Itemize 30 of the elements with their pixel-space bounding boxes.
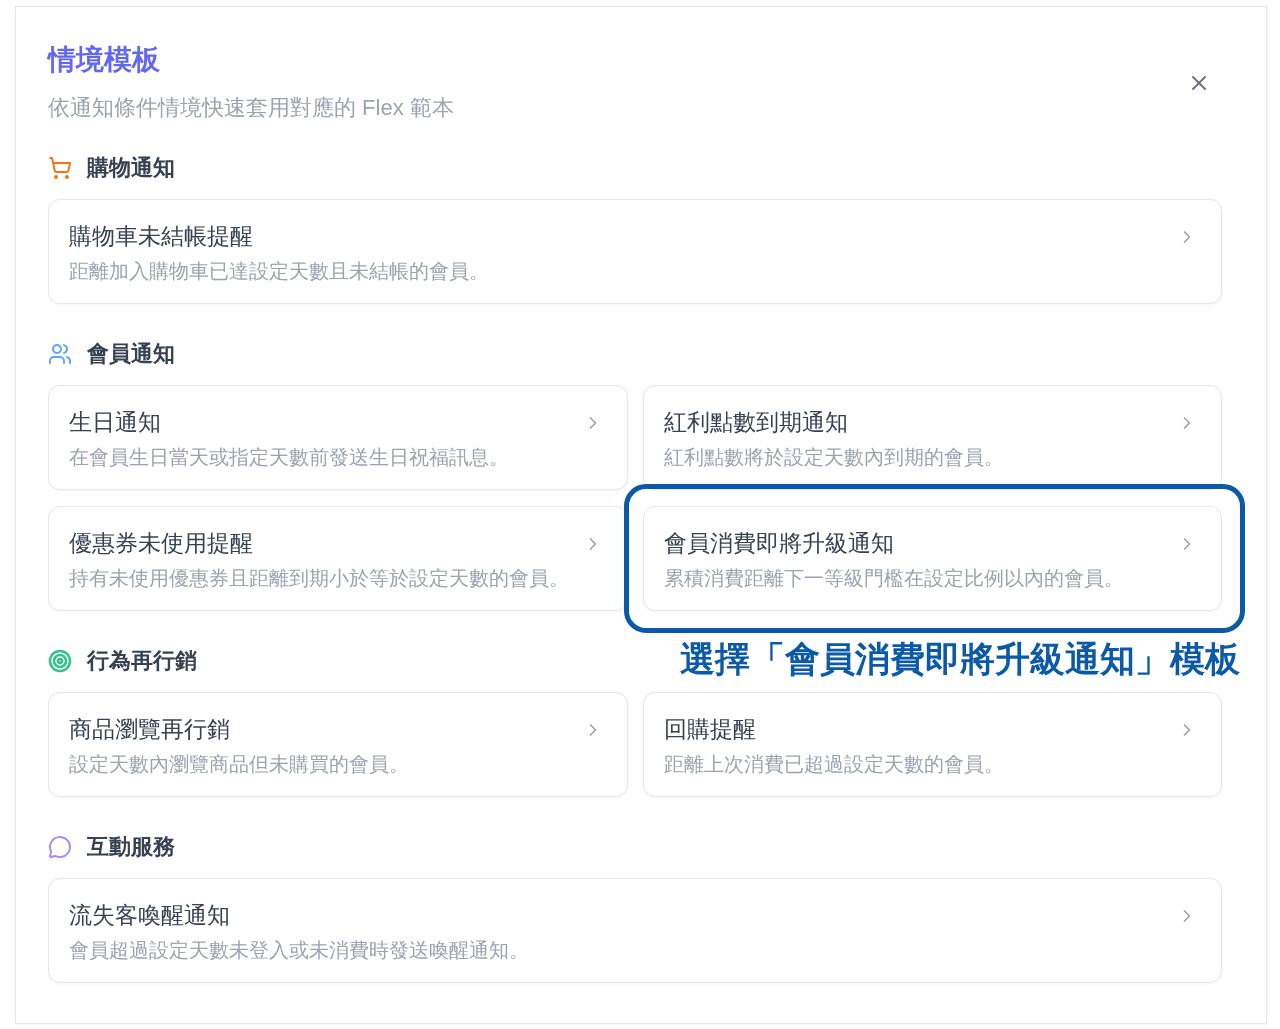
section-heading: 行為再行銷	[87, 647, 197, 675]
card-title: 購物車未結帳提醒	[69, 223, 254, 250]
card-description: 持有未使用優惠券且距離到期小於等於設定天數的會員。	[69, 566, 569, 590]
template-card[interactable]: 生日通知 在會員生日當天或指定天數前發送生日祝福訊息。	[48, 385, 628, 490]
card-description: 距離加入購物車已達設定天數且未結帳的會員。	[69, 259, 489, 283]
card-title: 流失客喚醒通知	[69, 902, 231, 929]
template-card[interactable]: 商品瀏覽再行銷 設定天數內瀏覽商品但未購買的會員。	[48, 692, 628, 797]
card-description: 設定天數內瀏覽商品但未購買的會員。	[69, 752, 409, 776]
card-description: 在會員生日當天或指定天數前發送生日祝福訊息。	[69, 445, 509, 469]
card-title: 回購提醒	[663, 716, 757, 743]
template-card[interactable]: 購物車未結帳提醒 距離加入購物車已達設定天數且未結帳的會員。	[48, 199, 1222, 304]
card-description: 會員超過設定天數未登入或未消費時發送喚醒通知。	[69, 938, 529, 962]
card-title: 商品瀏覽再行銷	[69, 716, 231, 743]
template-card[interactable]: 流失客喚醒通知 會員超過設定天數未登入或未消費時發送喚醒通知。	[48, 878, 1222, 983]
section-heading: 會員通知	[87, 340, 175, 368]
card-description: 累積消費距離下一等級門檻在設定比例以內的會員。	[663, 566, 1124, 590]
card-title: 生日通知	[69, 409, 162, 436]
dialog-subtitle: 依通知條件情境快速套用對應的 Flex 範本	[48, 94, 454, 122]
template-card[interactable]: 紅利點數到期通知 紅利點數將於設定天數內到期的會員。	[642, 385, 1222, 490]
template-card[interactable]: 會員消費即將升級通知 累積消費距離下一等級門檻在設定比例以內的會員。	[642, 506, 1222, 611]
template-card[interactable]: 回購提醒 距離上次消費已超過設定天數的會員。	[642, 692, 1222, 797]
card-description: 距離上次消費已超過設定天數的會員。	[663, 752, 1004, 776]
card-description: 紅利點數將於設定天數內到期的會員。	[663, 445, 1004, 469]
card-title: 紅利點數到期通知	[663, 409, 849, 436]
section-heading: 互動服務	[87, 833, 175, 861]
annotation-label: 選擇「會員消費即將升級通知」模板	[680, 639, 1240, 679]
card-title: 會員消費即將升級通知	[663, 530, 895, 557]
card-title: 優惠券未使用提醒	[69, 530, 254, 557]
dialog-title: 情境模板	[48, 43, 161, 77]
section-heading: 購物通知	[87, 154, 175, 182]
